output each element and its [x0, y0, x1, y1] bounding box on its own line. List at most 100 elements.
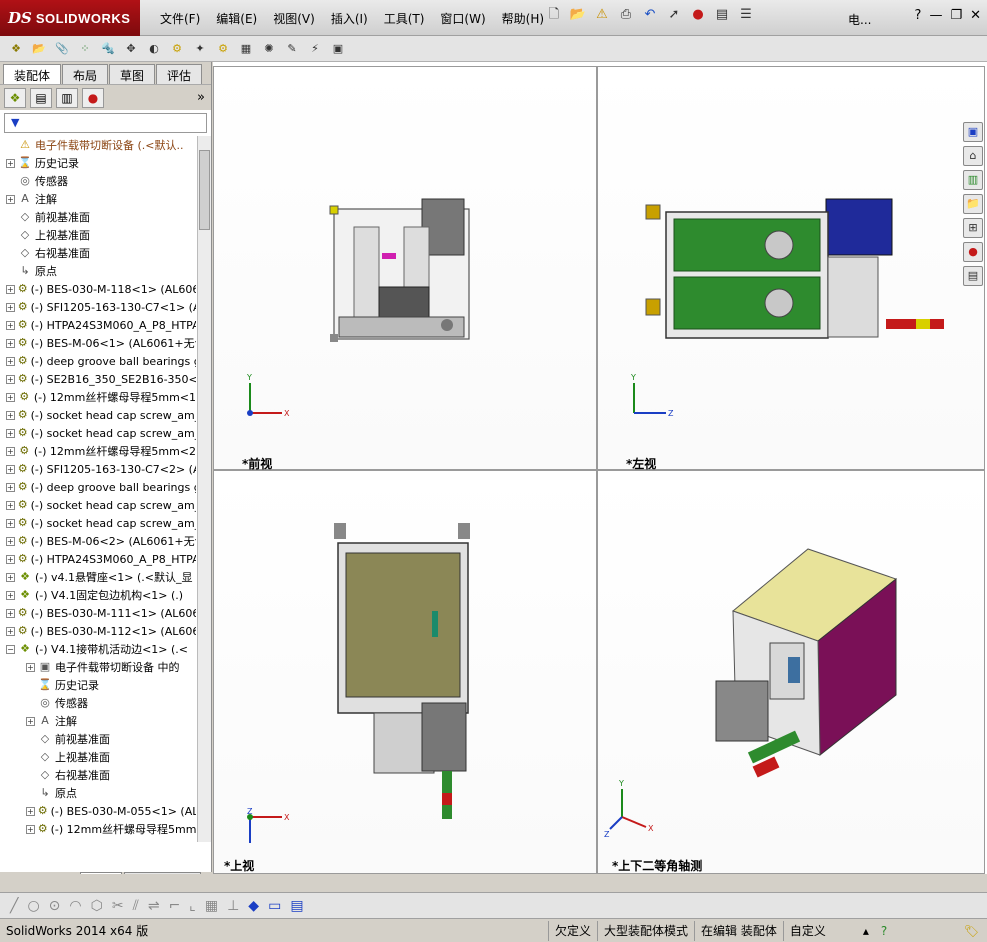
expand-toggle-icon[interactable]: +: [6, 158, 15, 168]
tree-item[interactable]: ◇ 右视基准面: [0, 766, 196, 784]
rebuild-traffic-light-icon[interactable]: ●: [689, 6, 707, 24]
tree-item[interactable]: + ⚙ (-) socket head cap screw_am_l: [0, 496, 196, 514]
tree-item[interactable]: − ❖ (-) V4.1接带机活动边<1> (.<: [0, 640, 196, 658]
expand-chevron-icon[interactable]: »: [197, 90, 205, 105]
expand-toggle-icon[interactable]: +: [6, 464, 15, 474]
tree-item[interactable]: + ⚙ (-) socket head cap screw_am_l: [0, 424, 196, 442]
mate-icon[interactable]: 📎: [54, 41, 70, 57]
home-icon[interactable]: ⌂: [963, 146, 983, 166]
graphics-area[interactable]: ⊕ ⊞ ↩ ◧ ◨ ◆ ◎ ● ◉ ▣ ⏮ ⏭ — ❐ ✕: [213, 62, 987, 874]
tree-item[interactable]: + ⚙ (-) deep groove ball bearings gb: [0, 352, 196, 370]
tree-item[interactable]: + A 注解: [0, 190, 196, 208]
tree-item[interactable]: + ❖ (-) v4.1悬臂座<1> (.<默认_显: [0, 568, 196, 586]
status-custom[interactable]: 自定义: [782, 920, 857, 941]
menu-item-3[interactable]: 插入(I): [323, 10, 376, 27]
menu-item-5[interactable]: 窗口(W): [432, 10, 493, 27]
tree-item[interactable]: + ▣ 电子件载带切断设备 中的: [0, 658, 196, 676]
exploded-view-icon[interactable]: ✺: [261, 41, 277, 57]
tree-filter[interactable]: ▼: [4, 113, 207, 133]
tree-item[interactable]: + ⚙ (-) BES-030-M-055<1> (AL6: [0, 802, 196, 820]
scroll-thumb[interactable]: [199, 150, 210, 230]
insert-components-icon[interactable]: ❖: [8, 41, 24, 57]
solidworks-resources-icon[interactable]: ▣: [963, 122, 983, 142]
expand-toggle-icon[interactable]: +: [6, 356, 15, 366]
expand-toggle-icon[interactable]: +: [6, 536, 15, 546]
file-explorer-icon[interactable]: 📁: [963, 194, 983, 214]
grid-icon[interactable]: ▦: [205, 898, 218, 914]
tree-item[interactable]: + ⚙ (-) 12mm丝杆螺母导程5mm: [0, 820, 196, 838]
expand-toggle-icon[interactable]: +: [6, 482, 15, 492]
new-part-icon[interactable]: 📂: [31, 41, 47, 57]
open-folder-icon[interactable]: 📂: [569, 6, 587, 24]
expand-toggle-icon[interactable]: +: [6, 320, 15, 330]
expand-toggle-icon[interactable]: +: [6, 284, 15, 294]
tree-item[interactable]: + ⚙ (-) SFI1205-163-130-C7<2> (A: [0, 460, 196, 478]
reference-geometry-icon[interactable]: ✦: [192, 41, 208, 57]
configuration-manager-tab-icon[interactable]: ▥: [56, 87, 78, 108]
expand-toggle-icon[interactable]: +: [6, 590, 15, 600]
warning-icon[interactable]: ⚠: [593, 6, 611, 24]
expand-toggle-icon[interactable]: +: [6, 428, 15, 438]
expand-toggle-icon[interactable]: +: [6, 446, 15, 456]
expand-toggle-icon[interactable]: +: [6, 518, 15, 528]
expand-toggle-icon[interactable]: +: [26, 662, 35, 672]
expand-toggle-icon[interactable]: +: [6, 626, 15, 636]
menu-item-6[interactable]: 帮助(H): [494, 10, 552, 27]
expand-toggle-icon[interactable]: +: [6, 410, 15, 420]
instant3d-icon[interactable]: ▣: [330, 41, 346, 57]
relations-icon[interactable]: ⊥: [227, 898, 239, 914]
tree-item[interactable]: + ⚙ (-) HTPA24S3M060_A_P8_HTPA: [0, 316, 196, 334]
file-properties-icon[interactable]: ▤: [713, 6, 731, 24]
display-manager-tab-icon[interactable]: ●: [82, 87, 104, 108]
bill-of-materials-icon[interactable]: ▦: [238, 41, 254, 57]
expand-toggle-icon[interactable]: +: [6, 500, 15, 510]
new-file-icon[interactable]: 🗋: [545, 6, 563, 24]
assembly-features-icon[interactable]: ⚙: [169, 41, 185, 57]
tag-icon[interactable]: 🏷: [964, 924, 987, 938]
polygon-tool-icon[interactable]: ⬡: [91, 898, 103, 914]
appearances-icon[interactable]: ●: [963, 242, 983, 262]
options-icon[interactable]: ☰: [737, 6, 755, 24]
center-line-icon[interactable]: ⊙: [49, 898, 61, 914]
command-tab-0[interactable]: 装配体: [3, 64, 62, 84]
solidworks-logo[interactable]: DS SOLIDWORKS: [0, 0, 140, 36]
expand-toggle-icon[interactable]: +: [6, 608, 15, 618]
close-icon[interactable]: ✕: [970, 8, 981, 23]
tree-item[interactable]: ◇ 前视基准面: [0, 208, 196, 226]
expand-toggle-icon[interactable]: −: [6, 644, 15, 654]
layout-tiled-icon[interactable]: ▤: [290, 898, 303, 914]
command-tab-1[interactable]: 布局: [62, 64, 109, 84]
undo-icon[interactable]: ↶: [641, 6, 659, 24]
restore-icon[interactable]: ❐: [950, 8, 962, 23]
menu-item-1[interactable]: 编辑(E): [208, 10, 265, 27]
layout-horizontal-icon[interactable]: ▭: [268, 898, 281, 914]
expand-toggle-icon[interactable]: +: [6, 374, 15, 384]
help-icon[interactable]: ?: [915, 8, 922, 23]
tree-item[interactable]: ◇ 上视基准面: [0, 226, 196, 244]
viewport-front[interactable]: Y X *前视: [213, 66, 597, 471]
view-palette-icon[interactable]: ⊞: [963, 218, 983, 238]
tree-item[interactable]: + ⚙ (-) socket head cap screw_am_l: [0, 406, 196, 424]
select-pointer-icon[interactable]: ➚: [665, 6, 683, 24]
new-motion-study-icon[interactable]: ⚙: [215, 41, 231, 57]
tree-item[interactable]: + ⚙ (-) HTPA24S3M060_A_P8_HTPA: [0, 550, 196, 568]
arc-tool-icon[interactable]: ◠: [69, 898, 81, 914]
tree-item[interactable]: +⚙(-) BES-030-M-057<1> (AL6: [0, 838, 196, 842]
tree-item[interactable]: + ⚙ (-) BES-030-M-111<1> (AL606: [0, 604, 196, 622]
command-tab-3[interactable]: 评估: [156, 64, 203, 84]
move-component-icon[interactable]: ✥: [123, 41, 139, 57]
linear-pattern-icon[interactable]: ⁘: [77, 41, 93, 57]
circle-tool-icon[interactable]: ○: [27, 898, 39, 914]
tree-item[interactable]: ◇ 上视基准面: [0, 748, 196, 766]
design-library-icon[interactable]: ▥: [963, 170, 983, 190]
viewport-iso[interactable]: Y X Z *上下二等角轴测: [597, 470, 985, 874]
tree-item[interactable]: + ❖ (-) V4.1固定包边机构<1> (.): [0, 586, 196, 604]
tree-item[interactable]: ↳ 原点: [0, 784, 196, 802]
expand-toggle-icon[interactable]: +: [6, 572, 15, 582]
tree-item[interactable]: ◎ 传感器: [0, 694, 196, 712]
search-commands-label[interactable]: 电...: [848, 11, 871, 28]
tree-item[interactable]: ◇ 右视基准面: [0, 244, 196, 262]
menu-item-4[interactable]: 工具(T): [376, 10, 433, 27]
view-3d-cube-icon[interactable]: ◆: [248, 898, 259, 914]
print-icon[interactable]: ⎙: [617, 6, 635, 24]
